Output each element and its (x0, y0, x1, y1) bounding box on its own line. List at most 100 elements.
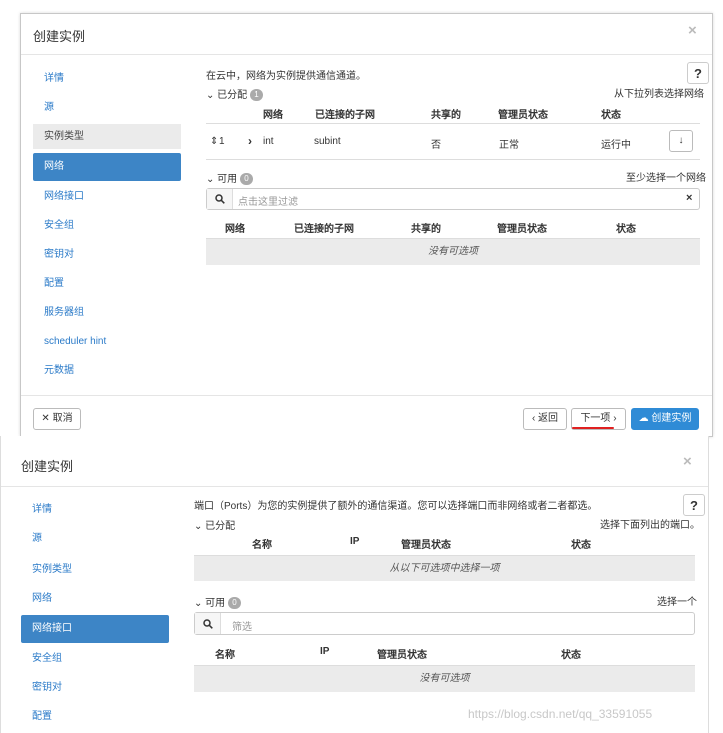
filter-placeholder: 点击这里过滤 (238, 197, 298, 208)
footer-divider (21, 395, 712, 396)
dialog-title: 创建实例 (33, 29, 86, 44)
row-order: 1 (219, 136, 225, 147)
nav-item-networks[interactable]: 网络 (33, 153, 181, 181)
close-icon[interactable]: × (688, 22, 697, 39)
col-header-admin-state[interactable]: 管理员状态 (401, 536, 451, 551)
watermark-text: https://blog.csdn.net/qq_33591055 (468, 707, 653, 721)
cell-admin-state: 正常 (499, 140, 519, 151)
col-header-subnet[interactable]: 已连接的子网 (315, 106, 375, 121)
col-header-shared[interactable]: 共享的 (411, 220, 441, 235)
filter-input[interactable]: 点击这里过滤 × (206, 188, 700, 210)
cloud-upload-icon: ☁ (638, 413, 649, 424)
step-description: 端口（Ports）为您的实例提供了额外的通信渠道。您可以选择端口而非网络或者二者… (194, 501, 598, 512)
nav-item-security-groups[interactable]: 安全组 (33, 213, 181, 238)
header-divider (21, 54, 712, 55)
col-header-name[interactable]: 名称 (252, 536, 272, 551)
available-hint: 至少选择一个网络 (626, 173, 706, 184)
chevron-down-icon: ⌄ (194, 598, 203, 609)
step-description: 在云中，网络为实例提供通信通道。 (206, 71, 366, 82)
red-underline-annotation (572, 427, 614, 429)
cell-status: 运行中 (601, 140, 631, 151)
clear-filter-icon[interactable]: × (686, 192, 692, 204)
nav-item-key-pair[interactable]: 密钥对 (21, 675, 169, 700)
col-header-name[interactable]: 名称 (215, 646, 235, 661)
allocated-label: 已分配 (205, 521, 236, 532)
search-icon (203, 619, 213, 629)
col-header-admin-state[interactable]: 管理员状态 (377, 646, 427, 661)
close-icon: ✕ (41, 413, 50, 424)
allocated-hint: 从下拉列表选择网络 (614, 89, 704, 100)
chevron-down-icon: ⌄ (194, 521, 203, 532)
filter-placeholder: 筛选 (232, 622, 252, 633)
available-hint: 选择一个 (657, 597, 697, 608)
search-icon-box (195, 613, 221, 634)
col-header-network[interactable]: 网络 (225, 220, 245, 235)
arrow-down-icon[interactable]: ↓ (669, 130, 693, 152)
col-header-subnet[interactable]: 已连接的子网 (294, 220, 354, 235)
available-label: 可用 (205, 598, 226, 609)
create-instance-dialog-network-step: 创建实例 × 详情 源 实例类型 网络 网络接口 安全组 密钥对 配置 服务器组… (20, 13, 713, 437)
allocated-section-toggle[interactable]: ⌄ 已分配 (194, 517, 235, 532)
col-header-network[interactable]: 网络 (263, 106, 283, 121)
dialog-title: 创建实例 (21, 459, 74, 474)
chevron-down-icon: ⌄ (206, 90, 215, 101)
help-icon[interactable]: ? (683, 494, 705, 516)
table-row: ⇕ 1 › int subint 否 正常 运行中 ↓ (206, 123, 700, 160)
col-header-status[interactable]: 状态 (571, 536, 591, 551)
cancel-label: 取消 (52, 413, 73, 424)
nav-item-networks[interactable]: 网络 (21, 586, 169, 611)
nav-item-flavor[interactable]: 实例类型 (21, 557, 169, 582)
available-section-toggle[interactable]: ⌄ 可用 0 (194, 594, 241, 610)
col-header-status[interactable]: 状态 (561, 646, 581, 661)
empty-allocated-row: 从以下可选项中选择一项 (194, 555, 695, 581)
empty-available-row: 没有可选项 (206, 238, 700, 265)
empty-available-row: 没有可选项 (194, 665, 695, 692)
available-section-toggle[interactable]: ⌄ 可用 0 (206, 170, 253, 186)
allocated-count-badge: 1 (249, 89, 263, 102)
filter-input[interactable]: 筛选 (194, 612, 695, 635)
col-header-admin-state[interactable]: 管理员状态 (497, 220, 547, 235)
nav-item-server-groups[interactable]: 服务器组 (33, 300, 181, 325)
drag-handle-icon[interactable]: ⇕ (210, 136, 218, 147)
nav-item-configuration[interactable]: 配置 (33, 271, 181, 296)
create-instance-dialog-ports-step: 创建实例 × 详情 源 实例类型 网络 网络接口 安全组 密钥对 配置 端口（P… (0, 436, 709, 733)
allocated-section-toggle[interactable]: ⌄ 已分配 1 (206, 86, 263, 102)
nav-item-configuration[interactable]: 配置 (21, 704, 169, 729)
cell-shared: 否 (431, 140, 441, 151)
col-header-admin-state[interactable]: 管理员状态 (498, 106, 548, 121)
create-instance-label: 创建实例 (651, 413, 692, 424)
nav-item-source[interactable]: 源 (21, 526, 169, 551)
nav-item-security-groups[interactable]: 安全组 (21, 646, 169, 671)
close-icon[interactable]: × (683, 453, 692, 470)
search-icon (215, 194, 225, 204)
cell-network: int (263, 136, 274, 147)
header-divider (1, 486, 708, 487)
col-header-shared[interactable]: 共享的 (431, 106, 461, 121)
nav-item-metadata[interactable]: 元数据 (33, 358, 181, 383)
allocated-hint: 选择下面列出的端口。 (600, 520, 700, 531)
nav-item-details[interactable]: 详情 (33, 66, 181, 91)
allocated-label: 已分配 (217, 90, 248, 101)
col-header-status[interactable]: 状态 (601, 106, 621, 121)
nav-item-flavor[interactable]: 实例类型 (33, 124, 181, 149)
available-label: 可用 (217, 174, 238, 185)
col-header-status[interactable]: 状态 (616, 220, 636, 235)
expand-chevron-icon[interactable]: › (248, 134, 252, 148)
search-icon-box (207, 189, 233, 209)
nav-item-details[interactable]: 详情 (21, 497, 169, 522)
help-icon[interactable]: ? (687, 62, 709, 84)
col-header-ip[interactable]: IP (350, 536, 359, 547)
nav-item-key-pair[interactable]: 密钥对 (33, 242, 181, 267)
back-button[interactable]: ‹ 返回 (523, 408, 567, 430)
nav-item-network-ports[interactable]: 网络接口 (33, 184, 181, 209)
nav-item-scheduler-hint[interactable]: scheduler hint (33, 329, 181, 354)
nav-item-source[interactable]: 源 (33, 95, 181, 120)
create-instance-button[interactable]: ☁ 创建实例 (631, 408, 699, 430)
cancel-button[interactable]: ✕ 取消 (33, 408, 81, 430)
cell-subnet: subint (314, 136, 341, 147)
chevron-down-icon: ⌄ (206, 174, 215, 185)
col-header-ip[interactable]: IP (320, 646, 329, 657)
available-count-badge: 0 (239, 173, 253, 186)
available-count-badge: 0 (227, 597, 241, 610)
nav-item-network-ports[interactable]: 网络接口 (21, 615, 169, 643)
